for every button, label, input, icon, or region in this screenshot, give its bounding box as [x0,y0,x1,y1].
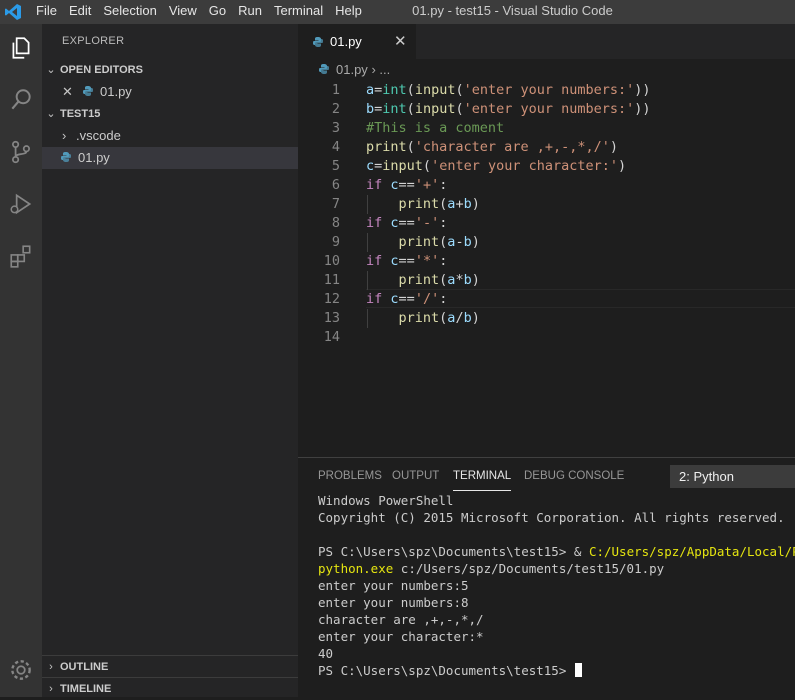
explorer-icon[interactable] [0,28,42,68]
folder-item-vscode[interactable]: › .vscode [42,125,298,147]
line-number: 2 [331,101,340,117]
python-file-icon [83,86,93,96]
terminal-line: character are ,+,-,*,/ [318,612,484,627]
code-line: print(a/b) [398,310,480,326]
code-line: if c=='+': [366,177,448,193]
file-item-01py[interactable]: 01.py [42,147,298,169]
code-line: print(a+b) [398,196,480,212]
outline-label: OUTLINE [60,661,109,673]
line-number: 12 [323,291,340,307]
open-editors-label: OPEN EDITORS [60,64,143,76]
line-number: 8 [331,215,340,231]
code-line: print(a-b) [398,234,480,250]
code-line: print(a*b) [398,272,480,288]
code-editor[interactable]: 1 2 3 4 5 6 7 8 9 10 11 12 13 14 a=int(input('enter y… [298,81,795,457]
search-icon[interactable] [0,80,42,120]
terminal-command-arg: c:/Users/spz/Documents/test15/01.py [393,561,665,576]
tab-problems[interactable]: PROBLEMS [318,470,382,482]
tab-terminal[interactable]: TERMINAL [453,470,512,491]
terminal-prompt: PS C:\Users\spz\Documents\test15> & [318,544,589,559]
open-editor-item[interactable]: ✕ 01.py [42,81,298,103]
breadcrumb-separator: › [371,62,376,77]
terminal-prompt-line: PS C:\Users\spz\Documents\test15> [318,662,795,679]
editor-tab-bar: 01.py ✕ [298,24,795,59]
code-line: a=int(input('enter your numbers:')) [366,82,651,98]
terminal-line: enter your numbers:8 [318,595,469,610]
line-number: 11 [323,272,340,288]
terminal-select[interactable]: 2: Python [670,465,795,488]
python-file-icon [313,37,323,47]
gear-icon[interactable] [0,650,42,690]
chevron-right-icon: › [62,128,67,143]
terminal-line: enter your numbers:5 [318,578,469,593]
line-number: 1 [331,82,340,98]
terminal-line: Copyright (C) 2015 Microsoft Corporation… [318,510,785,525]
source-control-icon[interactable] [0,132,42,172]
code-line: b=int(input('enter your numbers:')) [366,101,651,117]
title-bar: File Edit Selection View Go Run Terminal… [0,0,795,24]
line-number: 4 [331,139,340,155]
line-number: 10 [323,253,340,269]
line-number: 3 [331,120,340,136]
breadcrumb-file[interactable]: 01.py [336,62,368,77]
explorer-sidebar: EXPLORER ⌄ OPEN EDITORS ✕ 01.py ⌄ TEST15 ›.… [42,24,298,697]
code-line: if c=='*': [366,253,448,269]
code-line: c=input('enter your character:') [366,158,627,174]
close-icon[interactable]: ✕ [62,81,82,103]
line-number: 6 [331,177,340,193]
terminal-cursor [574,663,582,677]
open-editor-filename: 01.py [100,84,132,99]
terminal-command-path: C:/Users/spz/AppData/Local/Progr [588,544,795,559]
open-editors-section[interactable]: ⌄ OPEN EDITORS [42,59,298,81]
terminal-command-exe: python.exe [318,561,394,576]
terminal-line: 40 [318,646,334,661]
timeline-label: TIMELINE [60,683,112,695]
chevron-right-icon: › [49,661,53,673]
code-line: #This is a coment [366,120,505,136]
terminal-command-line: python.exe c:/Users/spz/Documents/test15… [318,560,795,577]
file-name: 01.py [78,150,110,165]
terminal-line: Windows PowerShell [318,493,454,508]
line-number: 13 [323,310,340,326]
chevron-down-icon: ⌄ [46,64,56,76]
terminal-line: enter your character:* [318,629,484,644]
window-title: 01.py - test15 - Visual Studio Code [412,3,613,18]
python-file-icon [319,64,329,74]
extensions-icon[interactable] [0,236,42,276]
activity-bar [0,24,42,697]
tab-01py[interactable]: 01.py ✕ [298,24,416,59]
line-number: 9 [331,234,340,250]
tab-output[interactable]: OUTPUT [392,470,439,482]
run-debug-icon[interactable] [0,184,42,224]
tab-label: 01.py [330,34,362,49]
line-number: 5 [331,158,340,174]
code-line: if c=='/': [366,291,448,307]
terminal-output[interactable]: Windows PowerShell Copyright (C) 2015 Mi… [318,492,795,679]
tab-debug-console[interactable]: DEBUG CONSOLE [524,470,624,482]
code-line: print('character are ,+,-,*,/') [366,139,618,155]
indent-guide [367,233,368,252]
indent-guide [367,309,368,328]
indent-guide [367,271,368,290]
breadcrumb: 01.py › ... [318,62,390,77]
outline-section[interactable]: › OUTLINE [42,655,298,678]
terminal-command-line: PS C:\Users\spz\Documents\test15> & C:/U… [318,543,795,560]
close-icon[interactable]: ✕ [394,32,407,50]
chevron-down-icon: ⌄ [46,108,56,120]
workspace-label: TEST15 [60,108,101,120]
bottom-panel: PROBLEMS OUTPUT TERMINAL DEBUG CONSOLE 2… [298,457,795,698]
folder-name: .vscode [76,128,121,143]
breadcrumb-rest[interactable]: ... [379,62,390,77]
line-number: 14 [323,329,340,345]
sidebar-title: EXPLORER [62,35,125,47]
indent-guide [367,195,368,214]
workspace-section[interactable]: ⌄ TEST15 [42,103,298,125]
code-line: if c=='-': [366,215,448,231]
line-number: 7 [331,196,340,212]
python-file-icon [61,152,71,162]
terminal-prompt: PS C:\Users\spz\Documents\test15> [318,663,574,678]
